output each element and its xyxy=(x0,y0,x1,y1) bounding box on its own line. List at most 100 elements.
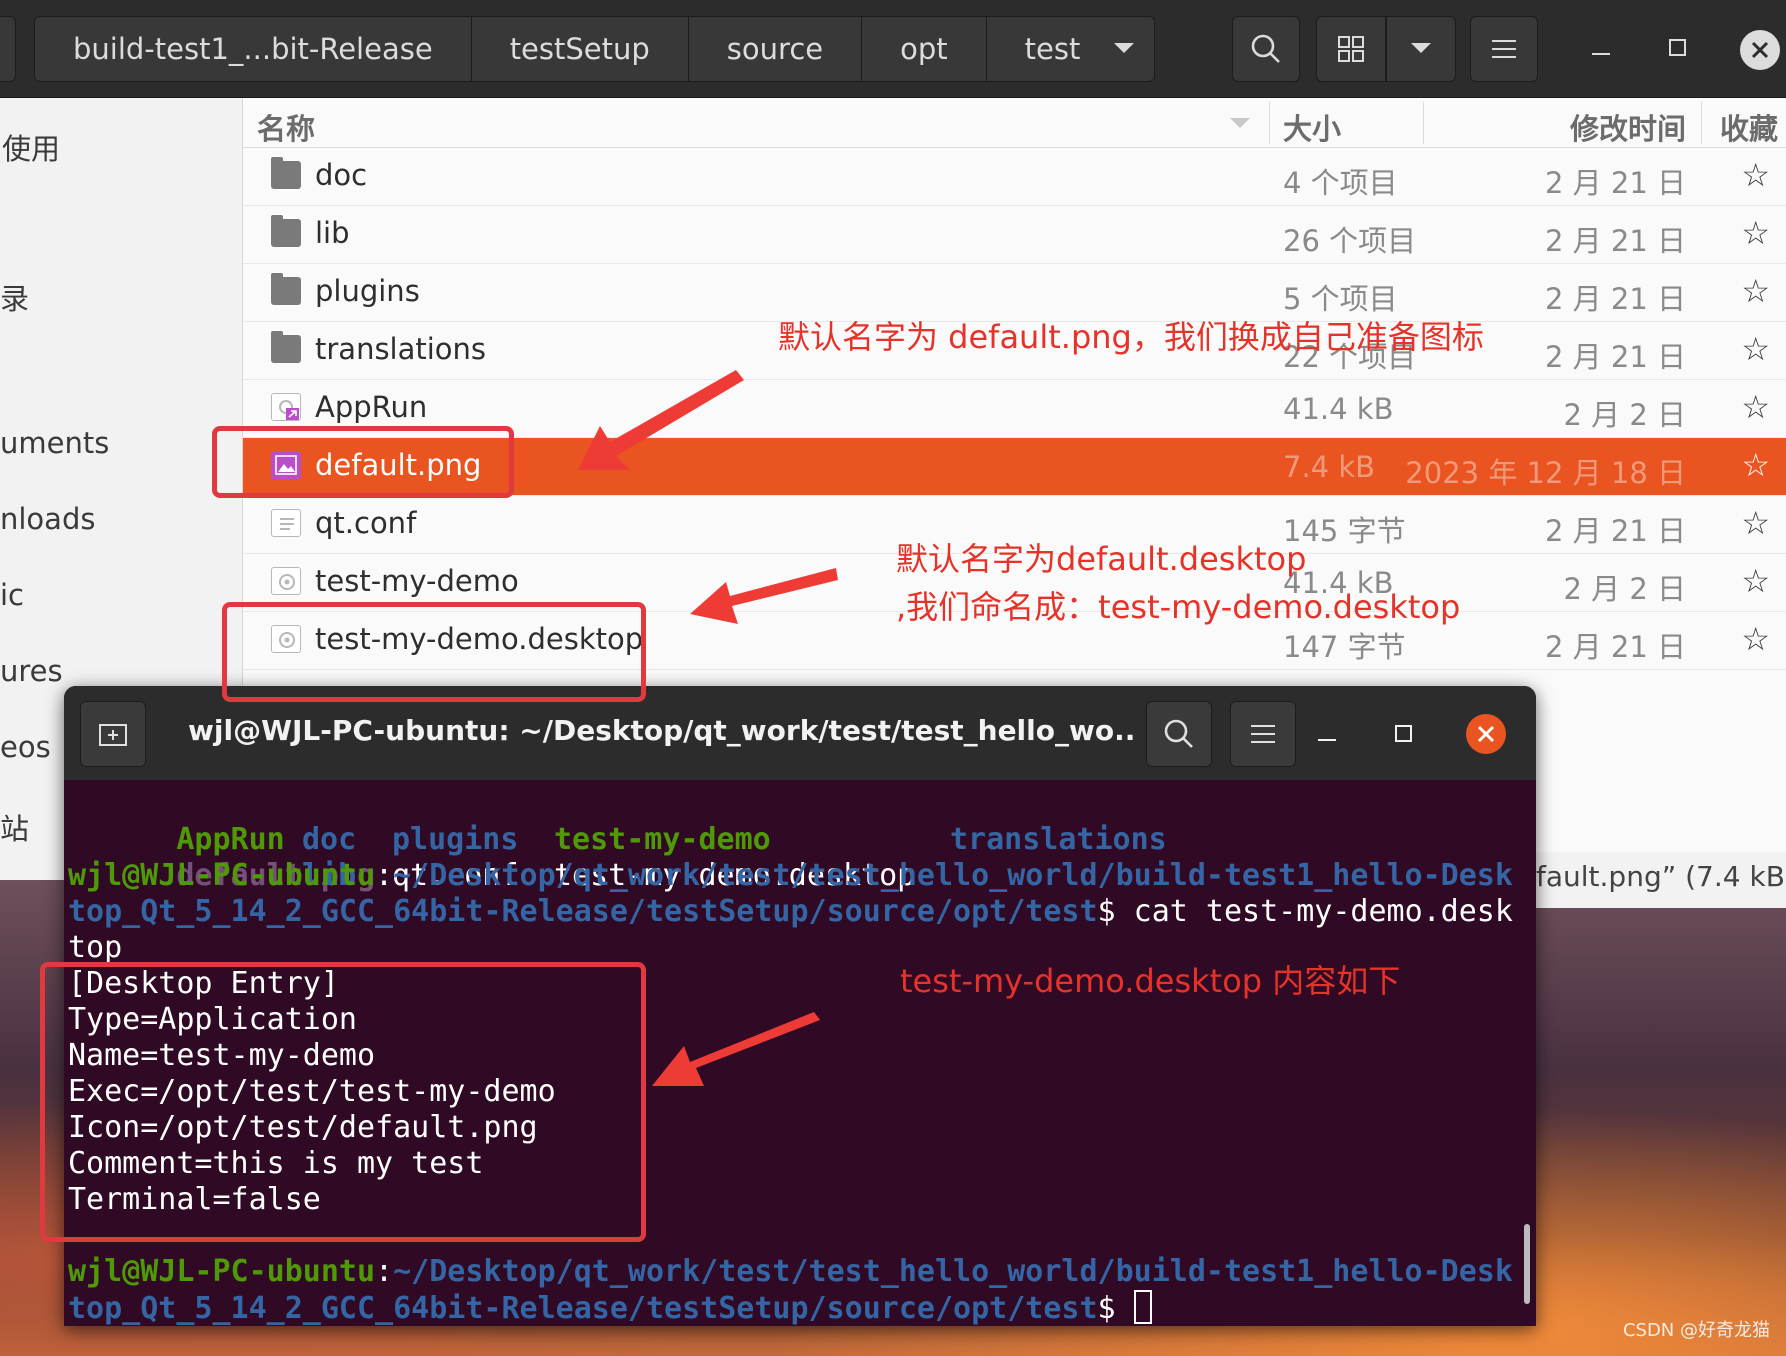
file-size: 4 个项目 xyxy=(1283,166,1398,200)
ls-entry: translations xyxy=(950,822,1167,857)
folder-icon xyxy=(271,273,301,305)
sidebar-item-videos[interactable]: eos xyxy=(0,730,51,764)
prompt-user: wjl@WJL-PC-ubuntu xyxy=(68,858,376,893)
prompt-dollar: $ xyxy=(1097,894,1116,929)
column-name-header[interactable]: 名称 xyxy=(257,106,315,148)
star-icon[interactable]: ☆ xyxy=(1741,156,1770,194)
prompt-dollar: $ xyxy=(1097,1291,1116,1326)
command-text: cat test-my-demo.desk xyxy=(1115,894,1513,929)
status-floating-bar: fault.png” (7.4 kB) xyxy=(1530,852,1786,908)
column-header: 名称 大小 修改时间 收藏 xyxy=(243,98,1786,148)
minimize-icon xyxy=(1592,53,1610,55)
crumb-source[interactable]: source xyxy=(688,17,863,81)
search-icon xyxy=(1251,34,1280,63)
file-name: lib xyxy=(315,216,350,250)
arrow-icon xyxy=(690,568,838,624)
file-date: 2 月 21 日 xyxy=(1544,630,1686,664)
star-icon[interactable]: ☆ xyxy=(1741,504,1770,542)
minimize-button[interactable] xyxy=(1590,36,1612,58)
prompt-colon: : xyxy=(375,858,394,893)
crumb-test[interactable]: test xyxy=(986,17,1155,81)
sidebar-item-music[interactable]: ic xyxy=(0,578,24,612)
chevron-down-icon xyxy=(1411,43,1431,53)
annotation-desktop-note-2: ,我们命名成：test-my-demo.desktop xyxy=(896,588,1461,626)
watermark: CSDN @好奇龙猫 xyxy=(1622,1320,1770,1341)
main-menu-button[interactable] xyxy=(1470,16,1538,82)
close-icon xyxy=(1751,41,1769,59)
star-icon[interactable]: ☆ xyxy=(1741,330,1770,368)
file-name: test-my-demo xyxy=(315,564,519,598)
file-date: 2 月 21 日 xyxy=(1544,340,1686,374)
sidebar-item-downloads[interactable]: nloads xyxy=(0,502,95,536)
annotation-content-note: test-my-demo.desktop 内容如下 xyxy=(900,962,1401,1000)
maximize-icon xyxy=(1395,725,1412,742)
star-icon[interactable]: ☆ xyxy=(1741,272,1770,310)
view-options-button[interactable] xyxy=(1386,16,1456,82)
star-icon[interactable]: ☆ xyxy=(1741,446,1770,484)
new-tab-button[interactable] xyxy=(80,701,146,767)
ls-entry: plugins xyxy=(392,822,519,857)
highlight-box-desktop-file xyxy=(222,602,646,702)
highlight-box-default-png xyxy=(212,426,514,498)
maximize-icon xyxy=(1669,39,1686,56)
terminal-scrollbar[interactable] xyxy=(1524,1224,1530,1304)
prompt-user: wjl@WJL-PC-ubuntu xyxy=(68,1254,376,1289)
sidebar-item-pictures[interactable]: ures xyxy=(0,654,63,688)
crumb-testsetup[interactable]: testSetup xyxy=(471,17,689,81)
column-size-header[interactable]: 大小 xyxy=(1283,106,1341,148)
prompt-colon: : xyxy=(375,1254,394,1289)
folder-icon xyxy=(271,157,301,189)
symlink-exec-icon xyxy=(271,393,301,421)
maximize-button[interactable] xyxy=(1668,38,1688,58)
arrow-icon xyxy=(652,1012,820,1086)
file-name: translations xyxy=(315,332,487,366)
prompt-path: ~/Desktop/qt_work/test/test_hello_world/… xyxy=(393,1254,1513,1289)
crumb-test-label: test xyxy=(1024,32,1081,66)
terminal-search-button[interactable] xyxy=(1146,701,1212,767)
file-size: 41.4 kB xyxy=(1283,392,1394,426)
column-modified-header[interactable]: 修改时间 xyxy=(1570,106,1686,148)
sidebar-item-trash[interactable]: 站 xyxy=(0,806,29,848)
file-date: 2023 年 12 月 18 日 xyxy=(1405,456,1686,490)
prompt-path: top_Qt_5_14_2_GCC_64bit-Release/testSetu… xyxy=(68,1291,1098,1326)
grid-icon xyxy=(1338,36,1364,62)
new-tab-icon xyxy=(99,724,127,746)
star-icon[interactable]: ☆ xyxy=(1741,388,1770,426)
terminal-close-button[interactable] xyxy=(1466,714,1506,754)
path-back-segment[interactable] xyxy=(0,16,16,82)
chevron-down-icon xyxy=(1114,43,1135,53)
file-date: 2 月 21 日 xyxy=(1544,166,1686,200)
sidebar-item-recent[interactable]: 使用 xyxy=(2,126,60,168)
file-date: 2 月 2 日 xyxy=(1563,572,1686,606)
terminal-menu-button[interactable] xyxy=(1230,701,1296,767)
text-cursor xyxy=(1133,1290,1152,1324)
file-name: plugins xyxy=(315,274,420,308)
sidebar-item-folder[interactable]: 录 xyxy=(0,276,29,318)
star-icon[interactable]: ☆ xyxy=(1741,620,1770,658)
table-row[interactable]: lib 26 个项目 2 月 21 日 ☆ xyxy=(243,206,1786,264)
crumb-opt[interactable]: opt xyxy=(862,17,987,81)
prompt-path: top_Qt_5_14_2_GCC_64bit-Release/testSetu… xyxy=(68,894,1098,929)
file-date: 2 月 21 日 xyxy=(1544,514,1686,548)
close-button[interactable] xyxy=(1740,30,1780,70)
star-icon[interactable]: ☆ xyxy=(1741,214,1770,252)
crumb-build[interactable]: build-test1_...bit-Release xyxy=(35,17,472,81)
terminal-maximize-button[interactable] xyxy=(1394,724,1414,744)
table-row[interactable]: doc 4 个项目 2 月 21 日 ☆ xyxy=(243,148,1786,206)
file-size: 7.4 kB xyxy=(1283,450,1376,484)
file-size: 147 字节 xyxy=(1283,630,1406,664)
close-icon xyxy=(1477,725,1495,743)
prompt-path: ~/Desktop/qt_work/test/test_hello_world/… xyxy=(393,858,1513,893)
search-button[interactable] xyxy=(1232,16,1300,82)
hamburger-icon xyxy=(1492,40,1516,58)
file-name: doc xyxy=(315,158,368,192)
sidebar-item-documents[interactable]: uments xyxy=(0,426,109,460)
terminal-minimize-button[interactable] xyxy=(1316,722,1338,744)
terminal-title: wjl@WJL-PC-ubuntu: ~/Desktop/qt_work/tes… xyxy=(188,714,1138,747)
star-icon[interactable]: ☆ xyxy=(1741,562,1770,600)
column-starred-header[interactable]: 收藏 xyxy=(1720,106,1778,148)
annotation-png-note: 默认名字为 default.png，我们换成自己准备图标 xyxy=(778,318,1484,356)
highlight-box-desktop-content xyxy=(40,962,646,1242)
executable-icon xyxy=(271,567,301,595)
view-grid-button[interactable] xyxy=(1316,16,1386,82)
